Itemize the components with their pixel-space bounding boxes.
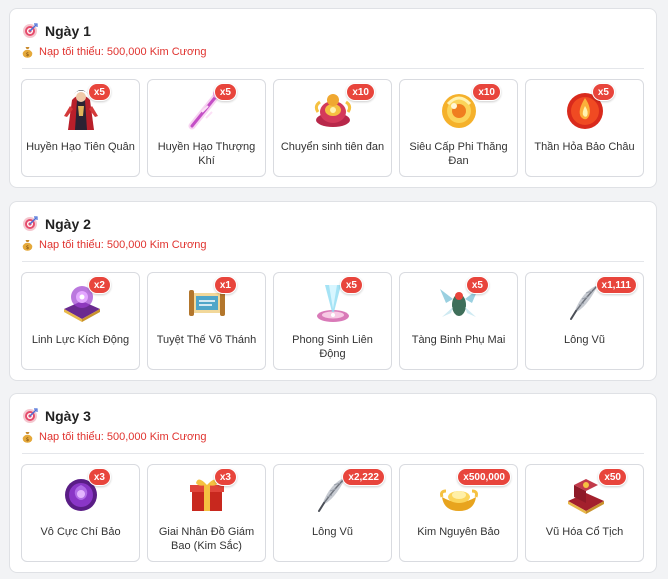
day-card-3: Ngày 3 $ Nạp tối thiểu: 500,000 Kim Cươn… (9, 393, 657, 573)
item-name: Thần Hỏa Bảo Châu (534, 141, 635, 153)
day-title: Ngày 1 (45, 23, 91, 39)
reward-item[interactable]: x5 Huyền Hạo Tiên Quân (21, 79, 140, 177)
reward-item[interactable]: x10 Chuyển sinh tiên đan (273, 79, 392, 177)
svg-text:$: $ (26, 245, 30, 251)
divider (22, 453, 644, 454)
day-header: Ngày 3 (22, 406, 91, 426)
reward-item[interactable]: x5 Huyền Hạo Thượng Khí (147, 79, 266, 177)
reward-item[interactable]: x500,000 Kim Nguyên Bảo (399, 464, 518, 562)
reward-item[interactable]: x5 Tàng Binh Phụ Mai (399, 272, 518, 370)
item-name: Huyền Hạo Thượng Khí (157, 141, 256, 167)
day-card-2: Ngày 2 $ Nạp tối thiểu: 500,000 Kim Cươn… (9, 201, 657, 381)
reward-item[interactable]: x2 Linh Lực Kích Động (21, 272, 140, 370)
quantity-badge: x5 (87, 83, 111, 101)
quantity-badge: x3 (213, 468, 237, 486)
quantity-badge: x5 (213, 83, 237, 101)
reward-item[interactable]: x5 Phong Sinh Liên Động (273, 272, 392, 370)
quantity-badge: x1 (213, 276, 237, 294)
reward-item[interactable]: x5 Thần Hỏa Bảo Châu (525, 79, 644, 177)
day-header: Ngày 1 (22, 21, 91, 41)
target-icon (22, 408, 38, 424)
divider (22, 68, 644, 69)
reward-items: x5 Huyền Hạo Tiên Quân x5 Huyền Hạo Thượ… (21, 79, 644, 177)
item-name: Huyền Hạo Tiên Quân (26, 141, 135, 153)
reward-item[interactable]: x2,222 Lông Vũ (273, 464, 392, 562)
svg-text:$: $ (26, 437, 30, 443)
item-name: Siêu Cấp Phi Thăng Đan (409, 141, 508, 167)
item-name: Lông Vũ (312, 526, 353, 538)
quantity-badge: x2,222 (342, 468, 385, 486)
quantity-badge: x50 (598, 468, 627, 486)
requirement: $ Nạp tối thiểu: 500,000 Kim Cương (22, 431, 206, 443)
money-bag-icon: $ (22, 431, 33, 443)
day-card-1: Ngày 1 $ Nạp tối thiểu: 500,000 Kim Cươn… (9, 8, 657, 188)
quantity-badge: x10 (472, 83, 501, 101)
requirement-text: Nạp tối thiểu: 500,000 Kim Cương (39, 46, 207, 58)
item-name: Kim Nguyên Bảo (417, 526, 500, 538)
quantity-badge: x2 (87, 276, 111, 294)
item-name: Vô Cực Chí Bảo (40, 526, 121, 538)
requirement: $ Nạp tối thiểu: 500,000 Kim Cương (22, 239, 206, 251)
reward-item[interactable]: x10 Siêu Cấp Phi Thăng Đan (399, 79, 518, 177)
requirement-text: Nạp tối thiểu: 500,000 Kim Cương (39, 239, 207, 251)
quantity-badge: x1,111 (595, 276, 637, 294)
day-title: Ngày 3 (45, 408, 91, 424)
item-name: Chuyển sinh tiên đan (280, 141, 385, 153)
reward-items: x3 Vô Cực Chí Bảo x3 Giai Nhân Đồ Giám B… (21, 464, 644, 562)
day-header: Ngày 2 (22, 214, 91, 234)
reward-item[interactable]: x50 Vũ Hóa Cổ Tịch (525, 464, 644, 562)
target-icon (22, 216, 38, 232)
item-name: Tàng Binh Phụ Mai (411, 334, 506, 346)
day-title: Ngày 2 (45, 216, 91, 232)
quantity-badge: x5 (465, 276, 489, 294)
item-name: Lông Vũ (564, 334, 605, 346)
item-name: Phong Sinh Liên Động (292, 334, 373, 360)
reward-item[interactable]: x3 Giai Nhân Đồ Giám Bao (Kim Sắc) (147, 464, 266, 562)
divider (22, 261, 644, 262)
requirement-text: Nạp tối thiểu: 500,000 Kim Cương (39, 431, 207, 443)
quantity-badge: x5 (591, 83, 615, 101)
reward-items: x2 Linh Lực Kích Động x1 Tuyệt Thế Võ Th… (21, 272, 644, 370)
item-name: Giai Nhân Đồ Giám Bao (Kim Sắc) (158, 526, 255, 552)
svg-text:$: $ (26, 52, 30, 58)
money-bag-icon: $ (22, 239, 33, 251)
requirement: $ Nạp tối thiểu: 500,000 Kim Cương (22, 46, 206, 58)
item-name: Tuyệt Thế Võ Thánh (156, 334, 257, 346)
quantity-badge: x500,000 (457, 468, 511, 486)
quantity-badge: x10 (346, 83, 375, 101)
money-bag-icon: $ (22, 46, 33, 58)
target-icon (22, 23, 38, 39)
item-name: Vũ Hóa Cổ Tịch (545, 526, 624, 538)
reward-item[interactable]: x1 Tuyệt Thế Võ Thánh (147, 272, 266, 370)
quantity-badge: x3 (87, 468, 111, 486)
daily-reward-list: Ngày 1 $ Nạp tối thiểu: 500,000 Kim Cươn… (0, 0, 668, 579)
item-name: Linh Lực Kích Động (31, 334, 130, 346)
quantity-badge: x5 (339, 276, 363, 294)
reward-item[interactable]: x3 Vô Cực Chí Bảo (21, 464, 140, 562)
reward-item[interactable]: x1,111 Lông Vũ (525, 272, 644, 370)
